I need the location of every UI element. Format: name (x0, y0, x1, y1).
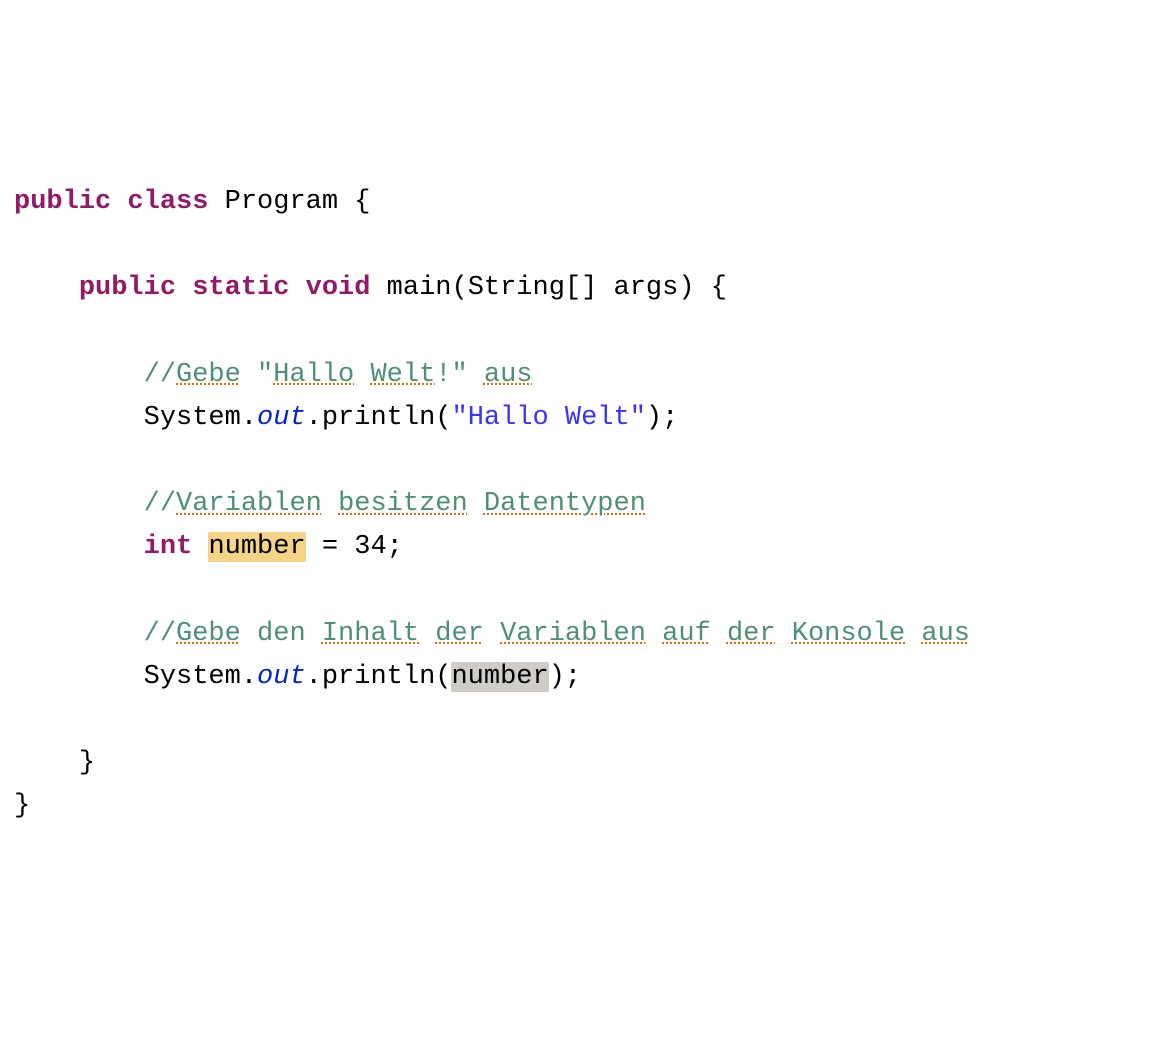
code-line-2: public static void main(String[] args) { (14, 273, 727, 303)
param-type: String[] (468, 273, 598, 303)
paren-open: ( (435, 403, 451, 433)
comment-word: aus (921, 619, 970, 649)
comment-space (905, 619, 921, 649)
comment-word: Inhalt (322, 619, 419, 649)
comment-space (354, 360, 370, 390)
semicolon: ; (662, 403, 678, 433)
dot: . (241, 403, 257, 433)
dot: . (306, 403, 322, 433)
keyword-int: int (144, 532, 193, 562)
string-quote: " (451, 403, 467, 433)
comment-word: den (257, 619, 306, 649)
int-literal: 34 (354, 532, 386, 562)
comment-quote: " (451, 360, 467, 390)
code-line-1: public class Program { (14, 187, 370, 217)
comment-word: auf (662, 619, 711, 649)
paren-close: ) (549, 662, 565, 692)
dot: . (306, 662, 322, 692)
comment-word: Konsole (792, 619, 905, 649)
keyword-void: void (306, 273, 371, 303)
comment-word: Hallo (273, 360, 354, 390)
code-close-class: } (14, 791, 30, 821)
comment-word: aus (484, 360, 533, 390)
comment-word: Variablen (176, 489, 322, 519)
var-number-ref: number (451, 662, 548, 692)
comment-prefix: // (144, 489, 176, 519)
comment-space (241, 619, 257, 649)
comment-space (322, 489, 338, 519)
brace-close: } (14, 791, 30, 821)
comment-word: besitzen (338, 489, 468, 519)
code-close-method: } (14, 748, 95, 778)
comment-word: Welt (370, 360, 435, 390)
keyword-public: public (14, 187, 111, 217)
string-word: Welt (565, 403, 630, 433)
comment-space (419, 619, 435, 649)
code-comment-3: //Gebe den Inhalt der Variablen auf der … (14, 619, 970, 649)
paren-open: ( (435, 662, 451, 692)
comment-word: Gebe (176, 619, 241, 649)
paren-open: ( (451, 273, 467, 303)
string-word: Hallo (468, 403, 549, 433)
comment-excl: ! (435, 360, 451, 390)
comment-quote: " (257, 360, 273, 390)
field-out: out (257, 403, 306, 433)
field-out: out (257, 662, 306, 692)
string-space (549, 403, 565, 433)
comment-prefix: // (144, 619, 176, 649)
comment-space (468, 360, 484, 390)
method-println: println (322, 403, 435, 433)
comment-space (468, 489, 484, 519)
code-comment-1: //Gebe "Hallo Welt!" aus (14, 360, 533, 390)
code-comment-2: //Variablen besitzen Datentypen (14, 489, 646, 519)
comment-space (776, 619, 792, 649)
comment-space (646, 619, 662, 649)
comment-prefix: // (144, 360, 176, 390)
brace-open: { (354, 187, 370, 217)
var-number: number (208, 532, 305, 562)
comment-space (711, 619, 727, 649)
comment-word: Datentypen (484, 489, 646, 519)
paren-close: ) (678, 273, 694, 303)
param-name: args (614, 273, 679, 303)
comment-word: Gebe (176, 360, 241, 390)
code-stmt-3: System.out.println(number); (14, 662, 581, 692)
semicolon: ; (565, 662, 581, 692)
obj-system: System (144, 662, 241, 692)
class-name: Program (225, 187, 338, 217)
code-stmt-2: int number = 34; (14, 532, 403, 562)
comment-word: der (727, 619, 776, 649)
comment-space (241, 360, 257, 390)
brace-open: { (711, 273, 727, 303)
code-editor[interactable]: public class Program { public static voi… (14, 181, 1152, 829)
paren-close: ) (646, 403, 662, 433)
comment-word: der (435, 619, 484, 649)
obj-system: System (144, 403, 241, 433)
code-stmt-1: System.out.println("Hallo Welt"); (14, 403, 678, 433)
keyword-class: class (127, 187, 208, 217)
semicolon: ; (387, 532, 403, 562)
comment-space (306, 619, 322, 649)
method-name: main (387, 273, 452, 303)
dot: . (241, 662, 257, 692)
equals: = (322, 532, 338, 562)
method-println: println (322, 662, 435, 692)
comment-space (484, 619, 500, 649)
keyword-static: static (192, 273, 289, 303)
comment-word: Variablen (500, 619, 646, 649)
brace-close: } (79, 748, 95, 778)
string-quote: " (630, 403, 646, 433)
keyword-public: public (79, 273, 176, 303)
